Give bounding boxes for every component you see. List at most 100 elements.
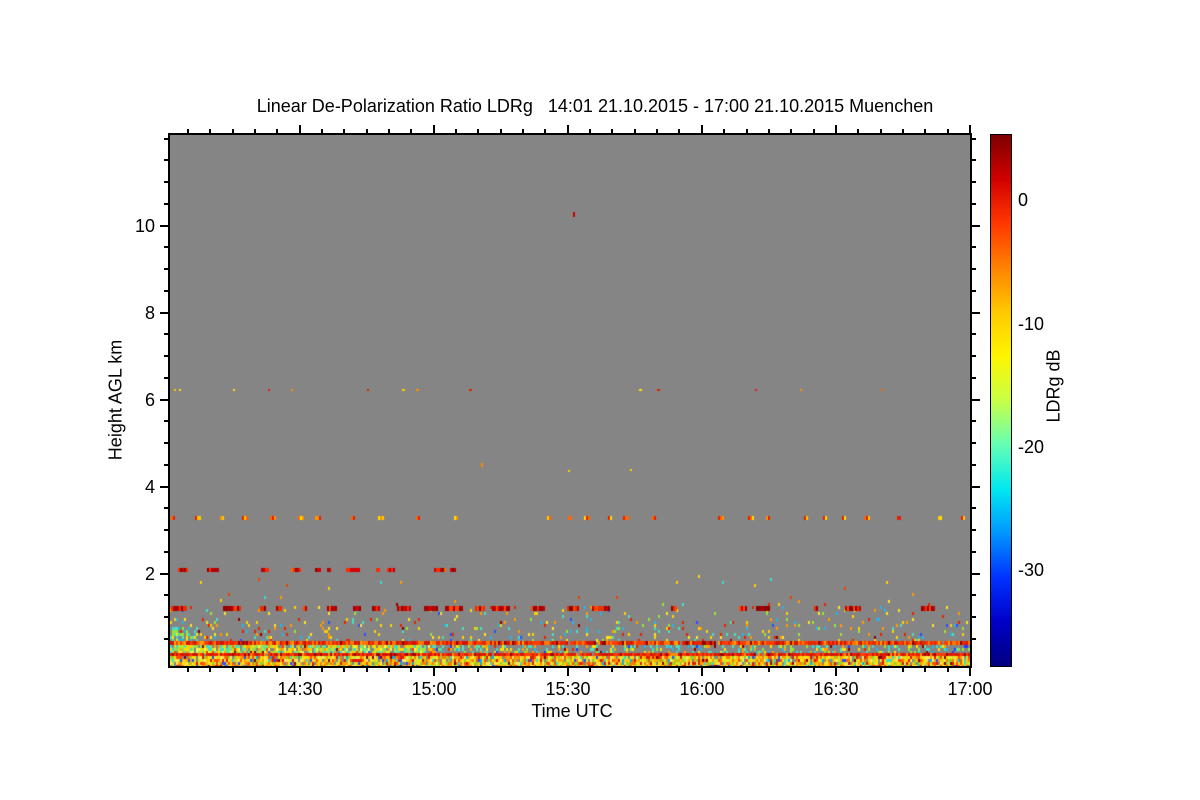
x-minor-tick xyxy=(857,668,859,672)
x-major-tick xyxy=(299,668,301,676)
x-minor-tick xyxy=(455,668,457,672)
y-tick-label: 4 xyxy=(144,477,155,497)
y-minor-tick xyxy=(972,464,976,466)
x-minor-tick xyxy=(902,129,904,133)
x-minor-tick xyxy=(723,668,725,672)
x-minor-tick xyxy=(209,129,211,133)
x-minor-tick xyxy=(611,668,613,672)
x-minor-tick xyxy=(813,668,815,672)
x-minor-tick xyxy=(209,668,211,672)
y-minor-tick xyxy=(972,268,976,270)
x-minor-tick xyxy=(947,129,949,133)
x-minor-tick xyxy=(500,668,502,672)
x-minor-tick xyxy=(254,129,256,133)
ldr-time-height-figure: Linear De-Polarization Ratio LDRg 14:01 … xyxy=(0,0,1200,800)
x-minor-tick xyxy=(746,129,748,133)
x-major-tick xyxy=(969,668,971,676)
y-minor-tick xyxy=(164,246,168,248)
x-major-tick xyxy=(433,125,435,133)
x-minor-tick xyxy=(611,129,613,133)
y-minor-tick xyxy=(164,268,168,270)
y-minor-tick xyxy=(164,138,168,140)
x-minor-tick xyxy=(902,668,904,672)
y-minor-tick xyxy=(972,333,976,335)
y-minor-tick xyxy=(164,181,168,183)
y-minor-tick xyxy=(164,355,168,357)
x-minor-tick xyxy=(477,668,479,672)
x-minor-tick xyxy=(656,668,658,672)
x-minor-tick xyxy=(924,668,926,672)
x-tick-label: 16:00 xyxy=(679,679,725,699)
x-major-tick xyxy=(969,125,971,133)
x-major-tick xyxy=(835,125,837,133)
y-minor-tick xyxy=(972,529,976,531)
colorbar-tick-label: -30 xyxy=(1018,560,1045,580)
colorbar-tick-label: -10 xyxy=(1018,314,1045,334)
x-minor-tick xyxy=(321,668,323,672)
x-minor-tick xyxy=(678,129,680,133)
x-minor-tick xyxy=(410,129,412,133)
y-minor-tick xyxy=(972,159,976,161)
y-tick-label: 2 xyxy=(144,564,155,584)
y-minor-tick xyxy=(972,203,976,205)
x-minor-tick xyxy=(723,129,725,133)
plot-title: Linear De-Polarization Ratio LDRg 14:01 … xyxy=(256,96,934,116)
x-minor-tick xyxy=(187,129,189,133)
y-minor-tick xyxy=(972,420,976,422)
x-major-tick xyxy=(567,125,569,133)
y-tick-label: 10 xyxy=(134,216,155,236)
x-tick-label: 15:00 xyxy=(411,679,457,699)
y-major-tick xyxy=(160,312,168,314)
y-major-tick xyxy=(160,225,168,227)
y-minor-tick xyxy=(972,290,976,292)
x-tick-label: 16:30 xyxy=(813,679,859,699)
x-major-tick xyxy=(701,668,703,676)
y-minor-tick xyxy=(164,638,168,640)
y-minor-tick xyxy=(164,333,168,335)
x-minor-tick xyxy=(388,668,390,672)
x-minor-tick xyxy=(589,668,591,672)
x-minor-tick xyxy=(589,129,591,133)
y-minor-tick xyxy=(972,181,976,183)
x-minor-tick xyxy=(768,129,770,133)
x-major-tick xyxy=(701,125,703,133)
x-minor-tick xyxy=(857,129,859,133)
y-minor-tick xyxy=(164,203,168,205)
y-major-tick xyxy=(972,486,980,488)
x-minor-tick xyxy=(232,668,234,672)
y-minor-tick xyxy=(164,442,168,444)
y-major-tick xyxy=(160,486,168,488)
heatmap-canvas xyxy=(170,135,970,666)
y-minor-tick xyxy=(164,529,168,531)
x-minor-tick xyxy=(544,668,546,672)
x-minor-tick xyxy=(343,129,345,133)
x-minor-tick xyxy=(768,668,770,672)
y-major-tick xyxy=(972,312,980,314)
y-minor-tick xyxy=(972,246,976,248)
x-minor-tick xyxy=(790,668,792,672)
y-minor-tick xyxy=(972,616,976,618)
x-minor-tick xyxy=(544,129,546,133)
x-minor-tick xyxy=(678,668,680,672)
x-minor-tick xyxy=(455,129,457,133)
colorbar-label: LDRg dB xyxy=(1043,349,1064,423)
x-tick-label: 14:30 xyxy=(277,679,323,699)
y-minor-tick xyxy=(164,507,168,509)
x-minor-tick xyxy=(343,668,345,672)
y-minor-tick xyxy=(972,638,976,640)
x-minor-tick xyxy=(410,668,412,672)
x-minor-tick xyxy=(947,668,949,672)
y-major-tick xyxy=(972,225,980,227)
x-minor-tick xyxy=(880,668,882,672)
y-minor-tick xyxy=(972,138,976,140)
x-minor-tick xyxy=(746,668,748,672)
colorbar-tick-label: 0 xyxy=(1018,190,1029,210)
y-tick-label: 8 xyxy=(144,303,155,323)
x-minor-tick xyxy=(634,668,636,672)
x-minor-tick xyxy=(880,129,882,133)
x-minor-tick xyxy=(656,129,658,133)
y-tick-label: 6 xyxy=(144,390,155,410)
x-minor-tick xyxy=(924,129,926,133)
x-minor-tick xyxy=(366,129,368,133)
x-minor-tick xyxy=(232,129,234,133)
